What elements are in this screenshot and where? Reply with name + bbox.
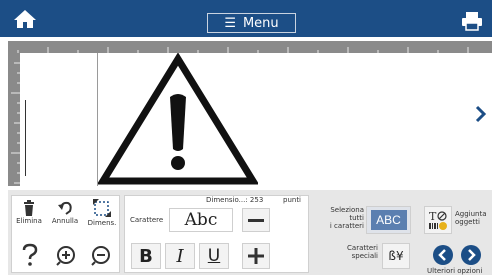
zoom-out-icon [91,246,110,266]
menu-label: Menu [242,15,279,31]
resize-label: Dimens. [87,219,117,227]
font-preview-button[interactable]: Abc [169,208,233,232]
hamburger-icon: ☰ [224,15,236,31]
horizontal-ruler [8,41,492,56]
decrease-size-button[interactable] [242,208,270,232]
print-icon[interactable] [460,11,484,31]
delete-label: Elimina [16,217,42,225]
menu-button[interactable]: ☰ Menu [207,13,296,33]
undo-label: Annulla [51,217,79,225]
home-icon[interactable] [12,8,38,30]
minus-icon [248,218,264,222]
select-all-label: Seleziona tutti i caratteri [318,206,364,230]
resize-button[interactable]: Dimens. [86,197,118,227]
select-all-box: ABC [370,210,407,230]
help-button[interactable] [20,243,40,267]
top-bar: ☰ Menu [0,0,492,37]
next-options-button[interactable] [461,245,481,265]
chevron-right-icon [468,249,476,261]
trash-icon [24,200,34,216]
add-objects-label: Aggiunta oggetti [455,210,491,226]
chevron-left-icon [438,249,446,261]
warning-icon[interactable] [96,52,260,186]
special-chars-label-line1: Caratteri [347,244,378,252]
add-objects-label-line1: Aggiunta [455,210,487,218]
help-icon [22,243,38,266]
delete-button[interactable]: Elimina [14,199,44,225]
add-objects-label-line2: oggetti [455,218,480,226]
previous-options-button[interactable] [433,245,453,265]
resize-icon [93,199,111,217]
zoom-out-button[interactable] [90,244,112,266]
add-objects-button[interactable]: T [424,206,452,234]
font-size-label: Dimensio...: 253 [206,196,264,204]
vertical-ruler [8,53,20,186]
select-all-button[interactable]: ABC [366,206,411,234]
undo-button[interactable]: Annulla [50,199,80,225]
underline-button[interactable]: U [199,243,229,269]
increase-size-button[interactable] [242,243,270,269]
font-label: Carattere [130,216,164,224]
zoom-in-button[interactable] [55,244,77,266]
plus-icon [248,248,264,264]
special-chars-label-line2: speciali [351,252,378,260]
zoom-in-icon [56,246,75,266]
svg-text:T: T [429,210,437,223]
bold-button[interactable]: B [131,243,161,269]
special-chars-label: Caratteri speciali [330,244,378,260]
select-all-label-line3: i caratteri [329,222,364,230]
text-cursor [25,100,26,176]
italic-button[interactable]: I [165,243,195,269]
undo-icon [58,201,72,215]
add-objects-icon: T [429,210,447,230]
select-all-label-line2: tutti [349,214,364,222]
font-size-unit: punti [283,196,302,204]
select-all-label-line1: Seleziona [330,206,364,214]
more-options-label: Ulteriori opzioni [427,267,483,275]
special-chars-button[interactable]: ß¥ [382,243,410,269]
chevron-right-icon[interactable] [474,104,488,124]
